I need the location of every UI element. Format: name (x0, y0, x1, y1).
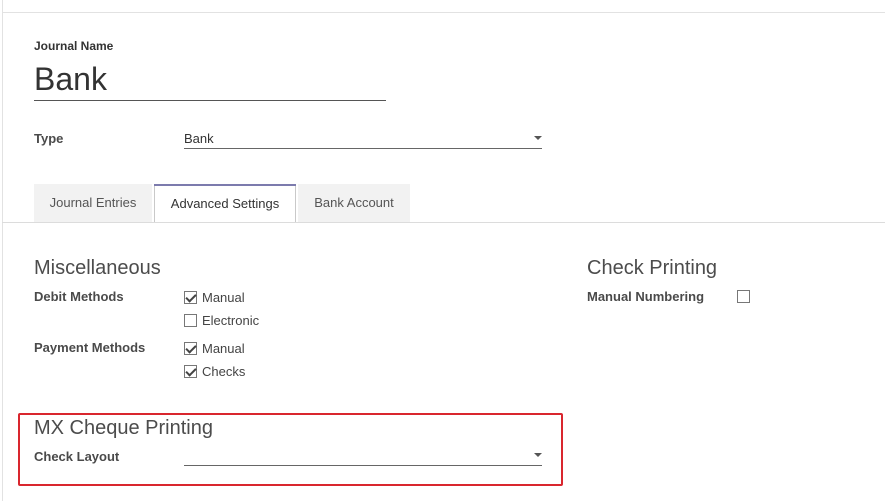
tab-journal-entries[interactable]: Journal Entries (34, 184, 152, 222)
tab-label: Advanced Settings (170, 196, 280, 211)
debit-methods-label: Debit Methods (34, 289, 124, 304)
payment-methods-label: Payment Methods (34, 340, 146, 355)
manual-numbering-label: Manual Numbering (587, 289, 705, 304)
payment-checks-option[interactable]: Checks (184, 362, 245, 380)
debit-manual-checkbox[interactable] (184, 290, 197, 304)
journal-name-label: Journal Name (34, 39, 114, 53)
debit-electronic-option[interactable]: Electronic (184, 311, 259, 329)
mx-cheque-section-title: MX Cheque Printing (34, 417, 213, 439)
tab-label: Journal Entries (49, 195, 137, 210)
tab-active-indicator (154, 184, 296, 186)
payment-manual-option[interactable]: Manual (184, 339, 245, 357)
payment-checks-checkbox[interactable] (184, 364, 197, 378)
debit-manual-option[interactable]: Manual (184, 288, 245, 306)
chevron-down-icon (534, 136, 542, 140)
manual-numbering-option[interactable] (737, 290, 755, 303)
tab-advanced-settings[interactable]: Advanced Settings (154, 184, 296, 223)
type-select[interactable]: Bank (184, 130, 542, 149)
payment-checks-label: Checks (202, 363, 246, 379)
manual-numbering-checkbox[interactable] (737, 290, 750, 303)
frame-border-left (2, 0, 3, 501)
type-select-value: Bank (184, 131, 214, 146)
tabs-divider (2, 222, 885, 223)
type-label: Type (34, 131, 64, 146)
debit-electronic-checkbox[interactable] (184, 313, 197, 327)
check-printing-section-title: Check Printing (587, 257, 718, 279)
payment-manual-label: Manual (202, 340, 245, 356)
journal-name-input[interactable]: Bank (34, 58, 386, 101)
tab-bank-account[interactable]: Bank Account (298, 184, 410, 222)
frame-border-top (2, 12, 885, 13)
debit-electronic-label: Electronic (202, 312, 260, 328)
payment-manual-checkbox[interactable] (184, 341, 197, 355)
debit-manual-label: Manual (202, 289, 245, 305)
misc-section-title: Miscellaneous (34, 257, 161, 279)
check-layout-select[interactable] (184, 447, 542, 466)
tab-label: Bank Account (314, 195, 394, 210)
check-layout-label: Check Layout (34, 449, 120, 464)
chevron-down-icon (534, 453, 542, 457)
